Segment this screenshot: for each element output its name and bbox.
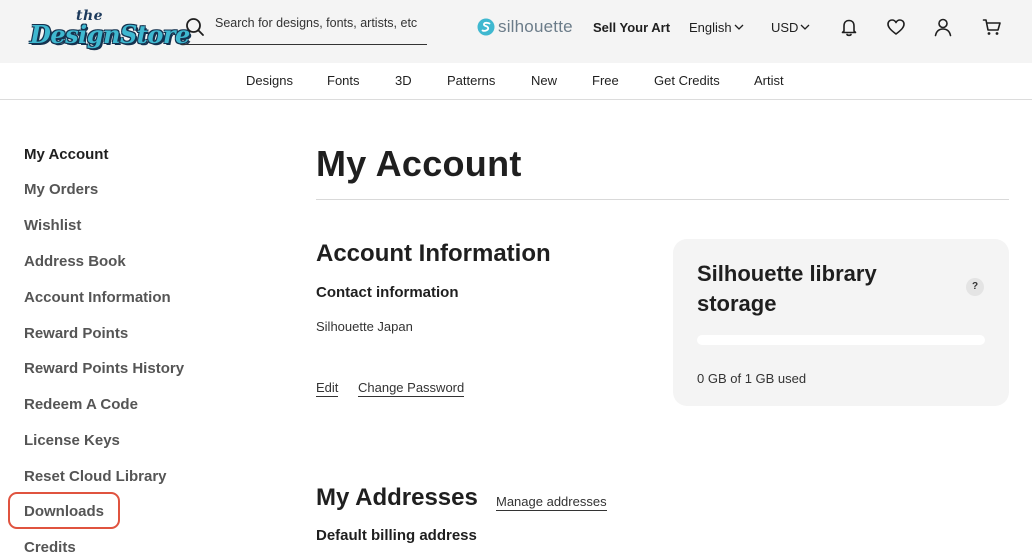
- storage-usage-text: 0 GB of 1 GB used: [697, 371, 807, 386]
- account-information-heading: Account Information: [316, 240, 551, 267]
- cart-icon[interactable]: [981, 16, 1003, 38]
- nav-item-fonts[interactable]: Fonts: [327, 73, 360, 88]
- nav-item-get-credits[interactable]: Get Credits: [654, 73, 720, 88]
- sidebar-item-reset-cloud-library[interactable]: Reset Cloud Library: [24, 468, 167, 485]
- chevron-down-icon: [734, 24, 744, 30]
- contact-information-heading: Contact information: [316, 284, 459, 301]
- change-password-link[interactable]: Change Password: [358, 380, 465, 397]
- nav-item-new[interactable]: New: [531, 73, 557, 88]
- sidebar-item-reward-points[interactable]: Reward Points: [24, 325, 128, 342]
- help-icon[interactable]: ?: [966, 278, 984, 296]
- category-nav: Designs Fonts 3D Patterns New Free Get C…: [0, 63, 1032, 100]
- storage-title: Silhouette library storage: [697, 261, 877, 316]
- default-billing-address-heading: Default billing address: [316, 527, 477, 544]
- silhouette-brand-text: silhouette: [498, 17, 573, 36]
- sidebar-item-reward-points-history[interactable]: Reward Points History: [24, 360, 184, 377]
- manage-addresses-link[interactable]: Manage addresses: [496, 494, 607, 511]
- sidebar-item-my-orders[interactable]: My Orders: [24, 181, 98, 198]
- heart-icon[interactable]: [885, 16, 907, 38]
- nav-item-designs[interactable]: Designs: [246, 73, 293, 88]
- page-title: My Account: [316, 143, 522, 184]
- top-header: the DesignStore silhouette Sell Your Art…: [0, 0, 1032, 63]
- edit-link[interactable]: Edit: [316, 380, 339, 397]
- logo-main-text: DesignStore: [30, 20, 190, 49]
- my-addresses-heading: My Addresses: [316, 484, 478, 511]
- bell-icon[interactable]: [838, 16, 860, 38]
- sidebar-item-wishlist[interactable]: Wishlist: [24, 217, 81, 234]
- sidebar-item-my-account[interactable]: My Account: [24, 146, 108, 163]
- chevron-down-icon: [800, 24, 810, 30]
- nav-item-artist[interactable]: Artist: [754, 73, 784, 88]
- nav-item-patterns[interactable]: Patterns: [447, 73, 495, 88]
- search-icon[interactable]: [185, 17, 205, 37]
- design-store-logo[interactable]: the DesignStore: [30, 6, 190, 52]
- sidebar-item-address-book[interactable]: Address Book: [24, 253, 126, 270]
- sell-your-art-link[interactable]: Sell Your Art: [593, 20, 670, 35]
- nav-item-3d[interactable]: 3D: [395, 73, 412, 88]
- currency-selector[interactable]: USD: [771, 20, 810, 35]
- sidebar-item-account-information[interactable]: Account Information: [24, 289, 171, 306]
- storage-progress-bar: [697, 335, 985, 345]
- downloads-highlight-outline: [8, 492, 120, 529]
- sidebar-item-license-keys[interactable]: License Keys: [24, 432, 120, 449]
- currency-label: USD: [771, 20, 799, 35]
- sidebar-item-credits[interactable]: Credits: [24, 539, 76, 556]
- sidebar-item-redeem-a-code[interactable]: Redeem A Code: [24, 396, 138, 413]
- silhouette-brand-link[interactable]: silhouette: [477, 17, 573, 37]
- silhouette-logo-icon: [477, 18, 495, 36]
- search-input[interactable]: [215, 14, 425, 32]
- user-icon[interactable]: [932, 16, 954, 38]
- language-label: English: [689, 20, 732, 35]
- nav-item-free[interactable]: Free: [592, 73, 619, 88]
- search-bar: [181, 8, 427, 45]
- library-storage-card: Silhouette library storage ? 0 GB of 1 G…: [673, 239, 1009, 406]
- contact-name: Silhouette Japan: [316, 319, 413, 334]
- title-divider: [316, 199, 1009, 200]
- language-selector[interactable]: English: [689, 20, 744, 35]
